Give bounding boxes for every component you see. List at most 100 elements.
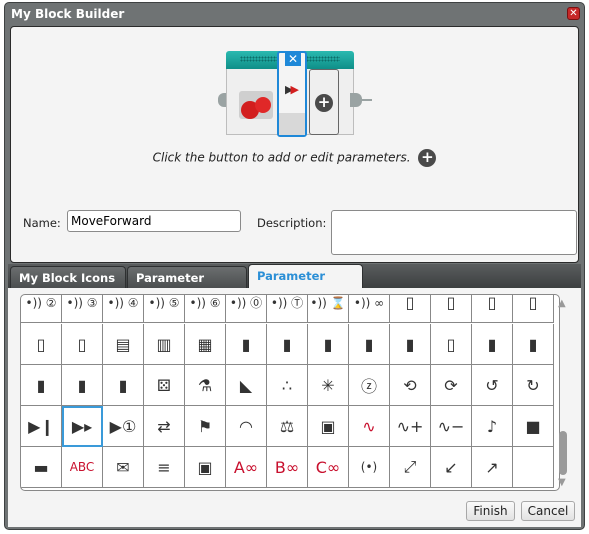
icon-cell[interactable]: ▬ [21, 447, 62, 488]
add-parameter-button[interactable]: + [315, 94, 333, 112]
close-button[interactable]: ✕ [567, 7, 580, 20]
level-half-icon: ▥ [156, 334, 172, 354]
icon-cell[interactable]: ▮ [349, 324, 390, 365]
ir-channel-6-icon: •)) ⑥ [189, 295, 221, 310]
icon-cell[interactable]: ⟳ [431, 365, 472, 406]
icon-cell[interactable]: ▮ [472, 324, 513, 365]
message-icon: ≡ [157, 457, 171, 477]
icon-cell[interactable]: ♪ [472, 406, 513, 447]
icon-cell[interactable]: ✉ [103, 447, 144, 488]
icon-cell[interactable]: ⤢ [390, 447, 431, 488]
icon-cell[interactable]: ▶▸ [62, 406, 103, 447]
icon-cell[interactable]: ▯ [390, 295, 431, 323]
icon-cell[interactable]: •)) ③ [62, 295, 103, 323]
icon-cell[interactable]: ▮ [103, 365, 144, 406]
tab-my-block-icons[interactable]: My Block Icons [10, 266, 126, 288]
icon-cell[interactable]: •)) ⓪ [226, 295, 267, 323]
music-note-icon: ♪ [486, 416, 498, 436]
icon-cell[interactable]: ∿+ [390, 406, 431, 447]
icon-cell[interactable]: ▯ [62, 324, 103, 365]
icon-cell[interactable]: ▣ [308, 406, 349, 447]
sine-wave-icon: ∿ [362, 416, 376, 436]
finish-button[interactable]: Finish [466, 501, 515, 521]
icon-cell[interactable]: ⚑ [185, 406, 226, 447]
icon-cell[interactable]: ▤ [103, 324, 144, 365]
icon-cell[interactable]: •)) ② [21, 295, 62, 323]
icon-cell[interactable]: A∞ [226, 447, 267, 488]
icon-cell[interactable]: ▯ [513, 295, 554, 323]
icon-cell[interactable]: ⟲ [390, 365, 431, 406]
scroll-down-icon[interactable]: ▼ [558, 477, 566, 488]
icon-cell[interactable]: ◠ [226, 406, 267, 447]
wave-minus-icon: ∿− [437, 416, 465, 436]
icon-cell[interactable]: ↺ [472, 365, 513, 406]
play-once-icon: ▶① [109, 416, 137, 436]
level-three-quarter-icon: ▦ [197, 334, 213, 354]
icon-cell[interactable]: ▮ [513, 324, 554, 365]
icon-cell[interactable]: B∞ [267, 447, 308, 488]
icon-cell[interactable]: ▮ [390, 324, 431, 365]
icon-cell[interactable]: ▮ [21, 365, 62, 406]
icon-cell[interactable]: ABC [62, 447, 103, 488]
icon-cell[interactable]: ∿− [431, 406, 472, 447]
icon-grid-scrollbar[interactable]: ▲ ▼ [556, 294, 570, 491]
icon-cell[interactable]: ⇄ [144, 406, 185, 447]
icon-cell[interactable]: ∴ [267, 365, 308, 406]
icon-cell[interactable]: C∞ [308, 447, 349, 488]
icon-cell[interactable]: •)) ④ [103, 295, 144, 323]
icon-cell[interactable]: ▮ [267, 324, 308, 365]
icon-cell[interactable]: ⚗ [185, 365, 226, 406]
tab-parameter-icons[interactable]: Parameter Icons [248, 264, 363, 305]
icon-cell[interactable]: •)) ∞ [349, 295, 390, 323]
icon-cell[interactable]: (•) [349, 447, 390, 488]
icon-cell[interactable]: ▮ [62, 365, 103, 406]
icon-cell[interactable]: •)) ⑤ [144, 295, 185, 323]
stop-at-line-icon: ▶❙ [28, 416, 54, 436]
cancel-button[interactable]: Cancel [521, 501, 575, 521]
hint-add-parameter-button[interactable]: + [418, 149, 437, 167]
icon-cell[interactable]: ⚖ [267, 406, 308, 447]
description-input[interactable] [331, 210, 577, 255]
icon-cell[interactable]: ▶① [103, 406, 144, 447]
scroll-up-icon[interactable]: ▲ [558, 298, 566, 309]
display-upload-icon: ▣ [197, 457, 213, 477]
icon-cell[interactable]: ∿ [349, 406, 390, 447]
icon-cell[interactable]: •)) ⌛ [308, 295, 349, 323]
add-parameter-slot[interactable]: + [309, 69, 339, 135]
scroll-thumb[interactable] [559, 431, 567, 475]
tab-parameter-setup[interactable]: Parameter Setup [127, 266, 247, 307]
output-connector [350, 93, 372, 107]
icon-cell[interactable]: ▯ [431, 324, 472, 365]
icon-cell[interactable]: •)) Ⓣ [267, 295, 308, 323]
title-bar[interactable]: My Block Builder ✕ [5, 3, 584, 27]
icon-cell[interactable]: ▣ [185, 447, 226, 488]
icon-cell[interactable]: ◣ [226, 365, 267, 406]
icon-cell[interactable]: ▶❙ [21, 406, 62, 447]
name-label: Name: [23, 216, 61, 230]
icon-cell[interactable]: ⚄ [144, 365, 185, 406]
icon-cell[interactable]: ↻ [513, 365, 554, 406]
parameter-icons-panel: •)) ② •)) ③ •)) ④ •)) ⑤ •)) ⑥ •)) ⓪ •)) Ⓣ •)) ⌛… [8, 288, 581, 527]
icon-cell[interactable]: ▦ [185, 324, 226, 365]
level-bottom-line-icon: ▮ [118, 375, 128, 395]
icon-cell[interactable]: ▮ [226, 324, 267, 365]
icon-cell[interactable]: ▯ [431, 295, 472, 323]
window-title: My Block Builder [11, 7, 125, 21]
icon-cell[interactable]: ▮ [308, 324, 349, 365]
block-preview-panel: ✕ ▶▶ + Click the button to add or edit p… [10, 26, 579, 263]
icon-cell[interactable]: ▯ [21, 324, 62, 365]
test-tube-icon: ⚗ [197, 375, 213, 395]
icon-cell[interactable]: ■ [513, 406, 554, 447]
icon-cell[interactable]: ▯ [472, 295, 513, 323]
icon-cell[interactable]: ↗ [472, 447, 513, 488]
remove-parameter-icon[interactable]: ✕ [285, 52, 301, 66]
rotation-start-icon: ⟲ [403, 375, 417, 395]
selected-parameter-slot[interactable]: ✕ ▶▶ [277, 51, 307, 137]
icon-cell[interactable]: •)) ⑥ [185, 295, 226, 323]
icon-cell[interactable]: ▥ [144, 324, 185, 365]
icon-cell[interactable]: ⓩ [349, 365, 390, 406]
icon-cell[interactable]: ↙ [431, 447, 472, 488]
icon-cell[interactable]: ✳ [308, 365, 349, 406]
name-input[interactable] [67, 210, 241, 232]
icon-cell[interactable]: ≡ [144, 447, 185, 488]
